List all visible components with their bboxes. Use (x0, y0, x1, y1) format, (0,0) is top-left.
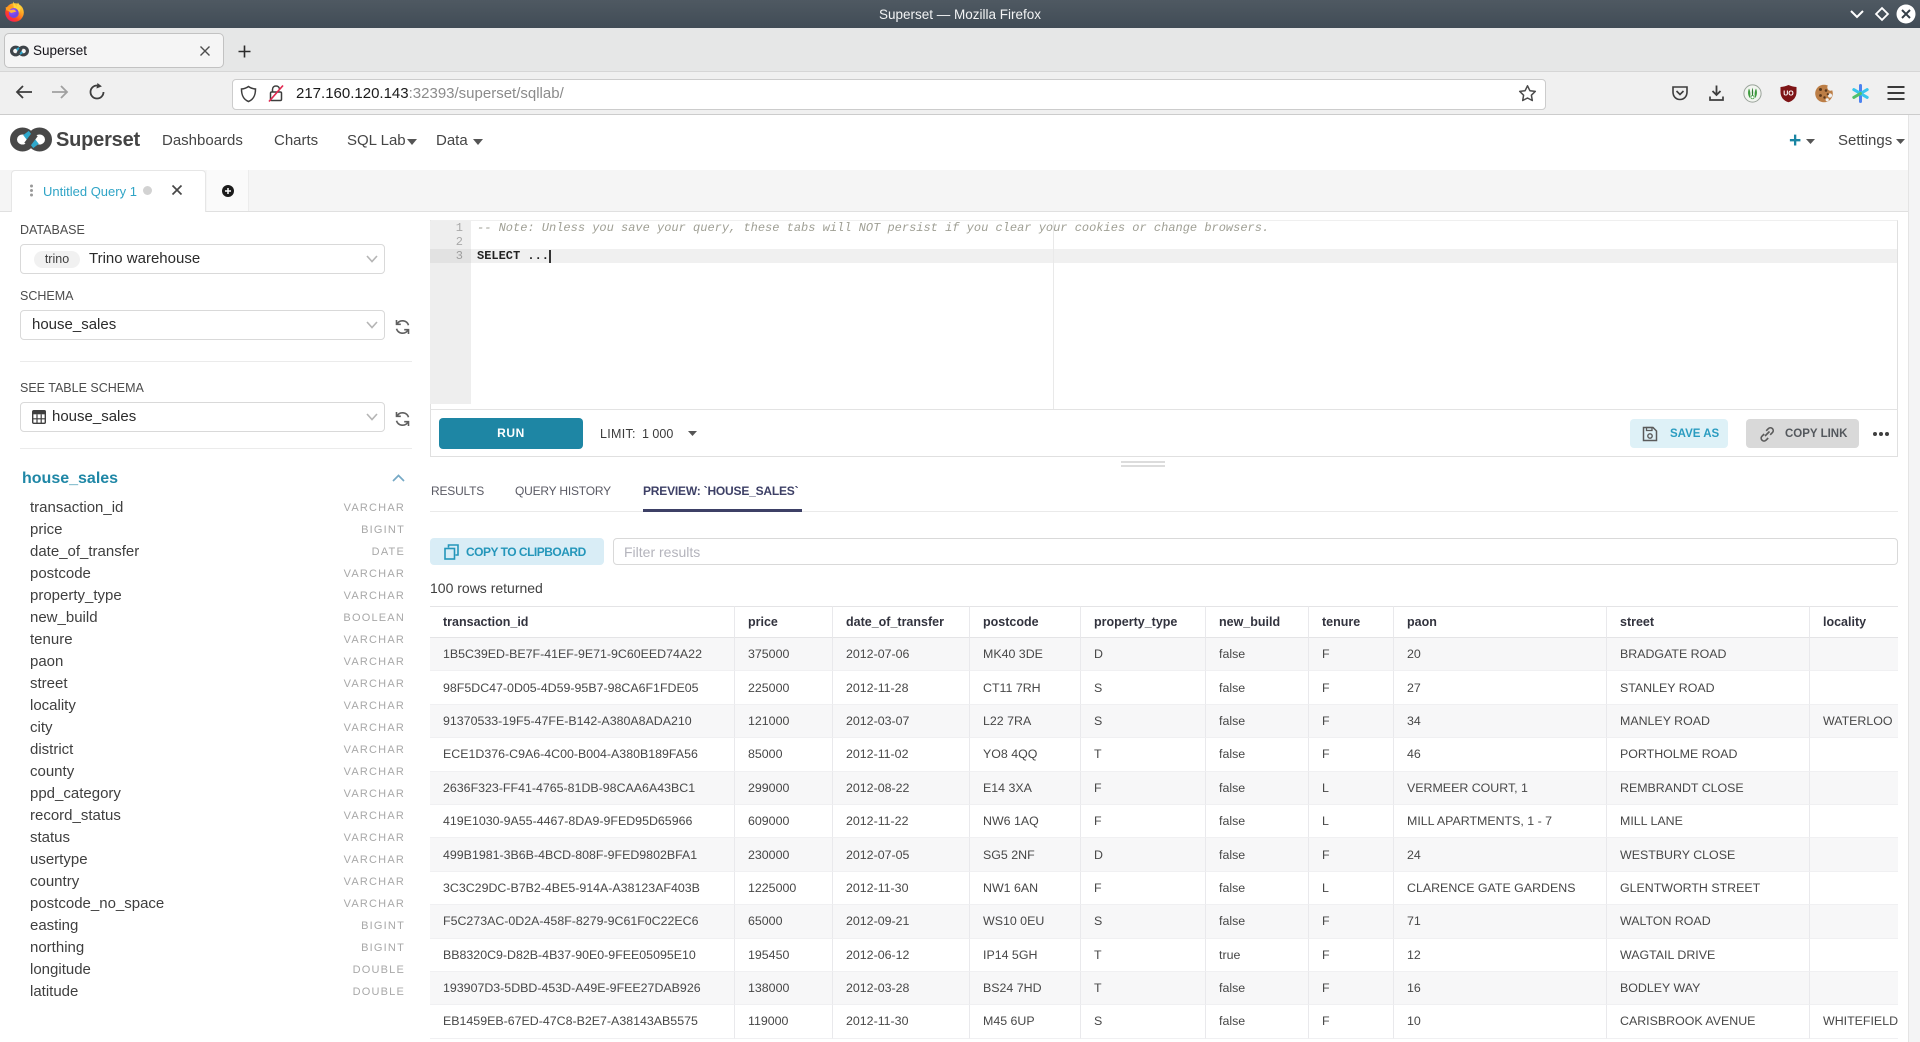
svg-text:UO: UO (1783, 91, 1794, 98)
